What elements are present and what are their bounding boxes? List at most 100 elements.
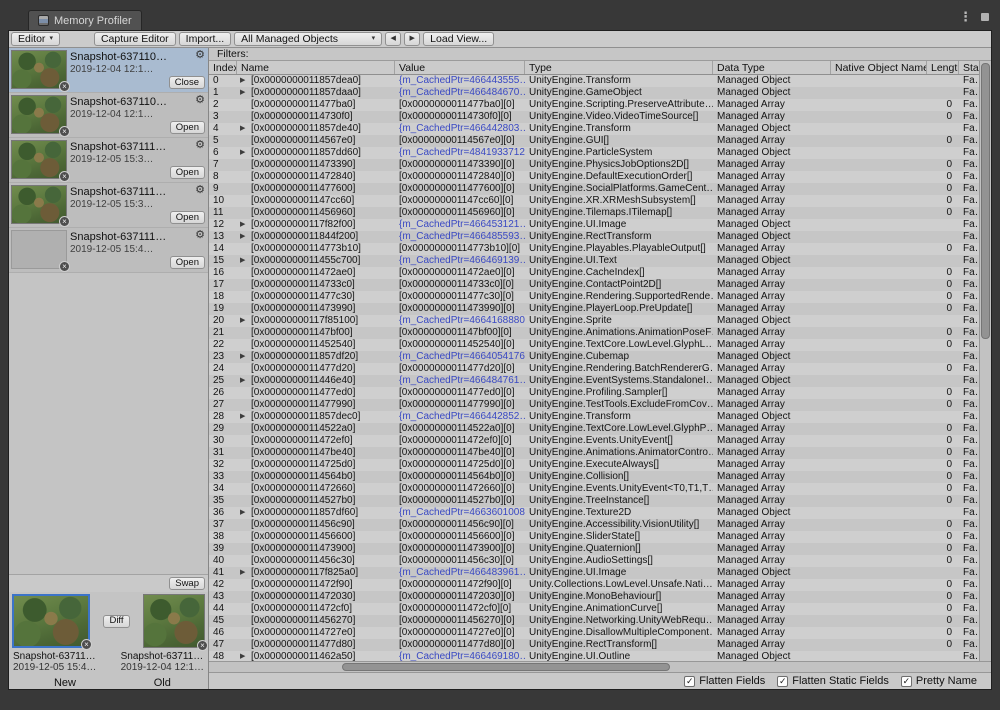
table-row[interactable]: 39[0x0000000011473900][0x000000001147390… <box>209 543 979 555</box>
capture-editor-button[interactable]: Capture Editor <box>94 32 176 46</box>
table-row[interactable]: 35[0x00000000114527b0][0x00000000114527b… <box>209 495 979 507</box>
table-row[interactable]: 16[0x0000000011472ae0][0x0000000011472ae… <box>209 267 979 279</box>
cell-value[interactable]: {m_CachedPtr=466485593…} <box>395 231 525 243</box>
compare-new-thumbnail[interactable]: × <box>12 594 90 648</box>
column-header-length[interactable]: Length <box>927 61 959 74</box>
column-header-value[interactable]: Value <box>395 61 525 74</box>
table-row[interactable]: 6▶[0x0000000011857dd60]{m_CachedPtr=4841… <box>209 147 979 159</box>
expand-arrow-icon[interactable]: ▶ <box>240 255 245 267</box>
table-row[interactable]: 45[0x0000000011456270][0x000000001145627… <box>209 615 979 627</box>
cell-value[interactable]: {m_CachedPtr=466453121…} <box>395 219 525 231</box>
gear-icon[interactable]: ⚙ <box>195 230 205 241</box>
table-row[interactable]: 10[0x000000001147cc60][0x000000001147cc6… <box>209 195 979 207</box>
table-row[interactable]: 22[0x0000000011452540][0x000000001145254… <box>209 339 979 351</box>
expand-arrow-icon[interactable]: ▶ <box>240 651 245 661</box>
table-row[interactable]: 27[0x0000000011477990][0x000000001147799… <box>209 399 979 411</box>
column-header-name[interactable]: Name <box>237 61 395 74</box>
expand-arrow-icon[interactable]: ▶ <box>240 411 245 423</box>
table-row[interactable]: 28▶[0x0000000011857dec0]{m_CachedPtr=466… <box>209 411 979 423</box>
table-row[interactable]: 12▶[0x00000000117f82f00]{m_CachedPtr=466… <box>209 219 979 231</box>
expand-arrow-icon[interactable]: ▶ <box>240 123 245 135</box>
snapshot-list-item[interactable]: ×Snapshot-637110…2019-12-04 12:1…⚙Close <box>9 48 208 93</box>
snapshot-close-badge-icon[interactable]: × <box>81 639 92 650</box>
table-row[interactable]: 1▶[0x0000000011857daa0]{m_CachedPtr=4664… <box>209 87 979 99</box>
gear-icon[interactable]: ⚙ <box>195 140 205 151</box>
expand-arrow-icon[interactable]: ▶ <box>240 231 245 243</box>
horizontal-scrollbar[interactable] <box>209 661 991 672</box>
table-row[interactable]: 30[0x0000000011472ef0][0x0000000011472ef… <box>209 435 979 447</box>
table-row[interactable]: 34[0x0000000011472660][0x000000001147266… <box>209 483 979 495</box>
checkbox-flatten-fields[interactable]: ✓Flatten Fields <box>684 675 765 687</box>
table-row[interactable]: 42[0x0000000011472f90][0x0000000011472f9… <box>209 579 979 591</box>
table-row[interactable]: 43[0x0000000011472030][0x000000001147203… <box>209 591 979 603</box>
checkbox-pretty-name[interactable]: ✓Pretty Name <box>901 675 977 687</box>
editor-dropdown[interactable]: Editor ▾ <box>11 32 60 46</box>
snapshot-list-item[interactable]: ×Snapshot-637110…2019-12-04 12:1…⚙Open <box>9 93 208 138</box>
open-snapshot-button[interactable]: Open <box>170 211 205 224</box>
snapshot-thumbnail[interactable]: × <box>11 230 67 269</box>
table-row[interactable]: 23▶[0x0000000011857df20]{m_CachedPtr=466… <box>209 351 979 363</box>
snapshot-list-item[interactable]: ×Snapshot-637111…2019-12-05 15:3…⚙Open <box>9 183 208 228</box>
swap-button[interactable]: Swap <box>169 577 205 590</box>
cell-value[interactable]: {m_CachedPtr=466442852…} <box>395 411 525 423</box>
horizontal-scrollbar-thumb[interactable] <box>342 663 670 671</box>
gear-icon[interactable]: ⚙ <box>195 50 205 61</box>
expand-arrow-icon[interactable]: ▶ <box>240 507 245 519</box>
snapshot-thumbnail[interactable]: × <box>11 185 67 224</box>
table-row[interactable]: 15▶[0x0000000011455c700]{m_CachedPtr=466… <box>209 255 979 267</box>
column-header-index[interactable]: Index <box>209 61 237 74</box>
table-row[interactable]: 47[0x0000000011477d80][0x0000000011477d8… <box>209 639 979 651</box>
open-snapshot-button[interactable]: Open <box>170 166 205 179</box>
table-row[interactable]: 3[0x00000000114730f0][0x00000000114730f0… <box>209 111 979 123</box>
diff-button[interactable]: Diff <box>103 615 129 628</box>
snapshot-close-badge-icon[interactable]: × <box>59 126 70 137</box>
cell-value[interactable]: {m_CachedPtr=4664168880} <box>395 315 525 327</box>
expand-arrow-icon[interactable]: ▶ <box>240 219 245 231</box>
cell-value[interactable]: {m_CachedPtr=466484761…} <box>395 375 525 387</box>
table-row[interactable]: 0▶[0x0000000011857dea0]{m_CachedPtr=4664… <box>209 75 979 87</box>
table-row[interactable]: 48▶[0x0000000011462a50]{m_CachedPtr=4664… <box>209 651 979 661</box>
open-snapshot-button[interactable]: Open <box>170 256 205 269</box>
table-row[interactable]: 7[0x0000000011473390][0x0000000011473390… <box>209 159 979 171</box>
view-mode-dropdown[interactable]: All Managed Objects ▾ <box>234 32 382 46</box>
column-header-data-type[interactable]: Data Type <box>713 61 831 74</box>
snapshot-list-item[interactable]: ×Snapshot-637111…2019-12-05 15:4…⚙Open <box>9 228 208 273</box>
column-header-native-object-name[interactable]: Native Object Name <box>831 61 927 74</box>
table-row[interactable]: 29[0x00000000114522a0][0x00000000114522a… <box>209 423 979 435</box>
expand-arrow-icon[interactable]: ▶ <box>240 351 245 363</box>
checkbox-box[interactable]: ✓ <box>901 676 912 687</box>
table-row[interactable]: 44[0x0000000011472cf0][0x0000000011472cf… <box>209 603 979 615</box>
table-row[interactable]: 21[0x000000001147bf00][0x000000001147bf0… <box>209 327 979 339</box>
kebab-menu-icon[interactable]: ⋮ <box>959 11 972 23</box>
cell-value[interactable]: {m_CachedPtr=466483961…} <box>395 567 525 579</box>
snapshot-close-badge-icon[interactable]: × <box>59 171 70 182</box>
cell-value[interactable]: {m_CachedPtr=4841933712} <box>395 147 525 159</box>
table-row[interactable]: 5[0x00000000114567e0][0x00000000114567e0… <box>209 135 979 147</box>
table-row[interactable]: 13▶[0x0000000011844f200]{m_CachedPtr=466… <box>209 231 979 243</box>
snapshot-close-badge-icon[interactable]: × <box>59 81 70 92</box>
checkbox-flatten-static-fields[interactable]: ✓Flatten Static Fields <box>777 675 889 687</box>
expand-arrow-icon[interactable]: ▶ <box>240 75 245 87</box>
window-options-icon[interactable] <box>981 13 989 21</box>
cell-value[interactable]: {m_CachedPtr=4664054176} <box>395 351 525 363</box>
snapshot-close-badge-icon[interactable]: × <box>197 640 208 651</box>
table-row[interactable]: 31[0x000000001147be40][0x000000001147be4… <box>209 447 979 459</box>
snapshot-close-badge-icon[interactable]: × <box>59 216 70 227</box>
table-row[interactable]: 41▶[0x00000000117f825a0]{m_CachedPtr=466… <box>209 567 979 579</box>
table-row[interactable]: 24[0x0000000011477d20][0x0000000011477d2… <box>209 363 979 375</box>
open-snapshot-button[interactable]: Open <box>170 121 205 134</box>
table-row[interactable]: 14[0x00000000114773b10][0x00000000114773… <box>209 243 979 255</box>
table-row[interactable]: 17[0x00000000114733c0][0x00000000114733c… <box>209 279 979 291</box>
expand-arrow-icon[interactable]: ▶ <box>240 375 245 387</box>
table-row[interactable]: 33[0x00000000114564b0][0x00000000114564b… <box>209 471 979 483</box>
snapshot-thumbnail[interactable]: × <box>11 95 67 134</box>
cell-value[interactable]: {m_CachedPtr=466443555…} <box>395 75 525 87</box>
table-row[interactable]: 25▶[0x0000000011446e40]{m_CachedPtr=4664… <box>209 375 979 387</box>
gear-icon[interactable]: ⚙ <box>195 185 205 196</box>
cell-value[interactable]: {m_CachedPtr=466442803…} <box>395 123 525 135</box>
table-row[interactable]: 26[0x0000000011477ed0][0x0000000011477ed… <box>209 387 979 399</box>
table-row[interactable]: 8[0x0000000011472840][0x0000000011472840… <box>209 171 979 183</box>
table-row[interactable]: 38[0x0000000011456600][0x000000001145660… <box>209 531 979 543</box>
vertical-scrollbar-thumb[interactable] <box>981 63 990 339</box>
cell-value[interactable]: {m_CachedPtr=4663601008} <box>395 507 525 519</box>
